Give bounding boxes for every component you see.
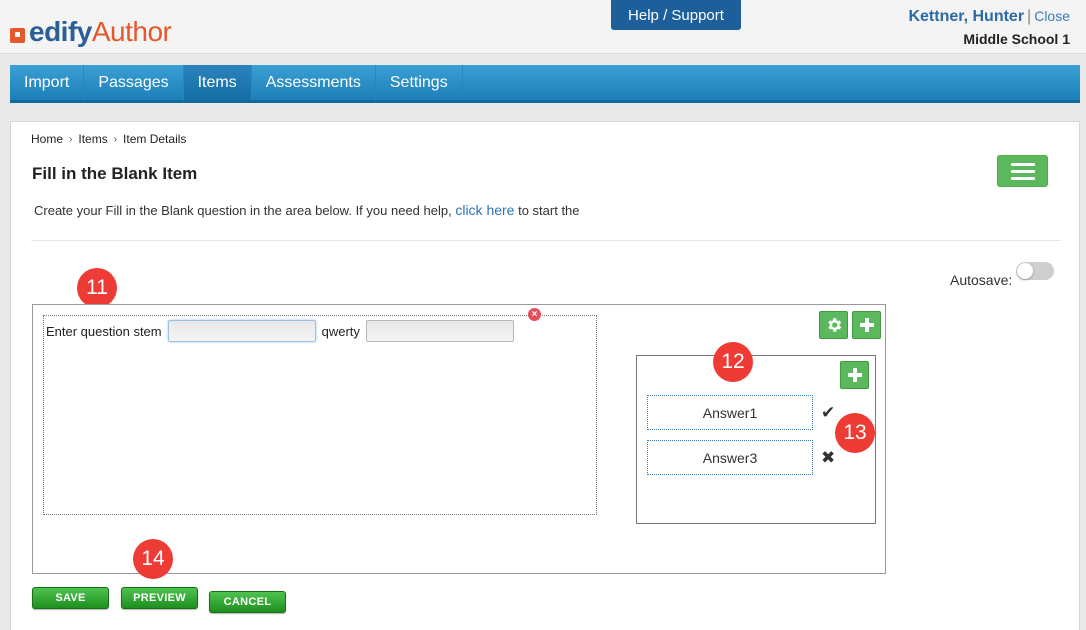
breadcrumb-home[interactable]: Home xyxy=(31,132,63,146)
breadcrumb: Home › Items › Item Details xyxy=(31,132,186,146)
add-answer-button[interactable] xyxy=(840,361,869,389)
save-button[interactable]: SAVE xyxy=(32,587,109,609)
blank-field-2[interactable] xyxy=(365,320,514,342)
user-info: Kettner, Hunter | Close Middle School 1 xyxy=(908,8,1070,47)
blank-field-1[interactable] xyxy=(167,320,316,342)
nav-passages[interactable]: Passages xyxy=(84,65,184,100)
autosave-toggle[interactable] xyxy=(1016,262,1055,280)
answer-input-1[interactable] xyxy=(647,395,813,430)
hamburger-icon xyxy=(1010,162,1035,166)
instructions-text: Create your Fill in the Blank question i… xyxy=(34,203,452,218)
stem-text: Enter question stem xyxy=(46,323,162,339)
settings-button[interactable] xyxy=(819,311,848,339)
help-support-button[interactable]: Help / Support xyxy=(611,0,741,30)
breadcrumb-item-details: Item Details xyxy=(123,132,187,146)
marker-14: 14 xyxy=(133,539,173,579)
nav-settings[interactable]: Settings xyxy=(376,65,463,100)
remove-blank-icon[interactable]: × xyxy=(528,308,541,321)
stem-middle-text: qwerty xyxy=(321,323,360,339)
answer-input-2[interactable] xyxy=(647,440,813,475)
nav-assessments[interactable]: Assessments xyxy=(252,65,376,100)
nav-items[interactable]: Items xyxy=(183,65,252,100)
autosave-control: Autosave: xyxy=(950,262,1055,288)
help-link[interactable]: click here xyxy=(455,202,514,218)
page-title: Fill in the Blank Item xyxy=(32,164,198,183)
main-nav: Import Passages Items Assessments Settin… xyxy=(10,65,1080,103)
chevron-right-icon: › xyxy=(113,133,118,145)
chevron-right-icon: › xyxy=(69,133,73,145)
question-editor: Enter question stem qwerty × Answer1 ✔ A… xyxy=(32,304,886,574)
close-link[interactable]: Close xyxy=(1034,8,1070,24)
autosave-label: Autosave: xyxy=(950,272,1013,288)
school-name: Middle School 1 xyxy=(963,31,1070,47)
user-separator: | xyxy=(1027,8,1032,25)
plus-icon xyxy=(859,318,874,332)
marker-11: 11 xyxy=(77,268,117,308)
marker-13: 13 xyxy=(835,413,875,453)
plus-icon xyxy=(847,368,862,382)
hamburger-menu-button[interactable] xyxy=(997,155,1048,187)
check-icon[interactable]: ✔ xyxy=(821,403,835,423)
answer-row: ✖ xyxy=(647,440,835,475)
question-stem-area[interactable]: Enter question stem qwerty × xyxy=(43,308,597,515)
marker-12: 12 xyxy=(713,342,753,382)
blank-input-1[interactable] xyxy=(168,321,315,341)
answer-row: ✔ xyxy=(647,395,835,430)
add-blank-button[interactable] xyxy=(852,311,881,339)
logo-author-text: Author xyxy=(91,16,172,47)
breadcrumb-items[interactable]: Items xyxy=(78,132,107,146)
app-header: edify Author Help / Support Kettner, Hunt… xyxy=(0,0,1086,54)
instructions-text-after: to start the xyxy=(518,203,580,218)
content-card: Home › Items › Item Details Fill in the … xyxy=(10,121,1080,630)
instructions: Create your Fill in the Blank question i… xyxy=(34,202,580,218)
nav-import[interactable]: Import xyxy=(10,65,85,100)
times-icon[interactable]: ✖ xyxy=(821,448,835,468)
preview-button[interactable]: PREVIEW xyxy=(121,587,198,609)
logo-edify-text: edify xyxy=(29,16,92,47)
divider xyxy=(31,240,1061,241)
logo-mark-icon xyxy=(10,27,25,43)
app-logo[interactable]: edify Author xyxy=(10,16,172,48)
gear-icon xyxy=(827,318,841,332)
user-name[interactable]: Kettner, Hunter xyxy=(908,8,1024,25)
stem-row: Enter question stem qwerty xyxy=(46,320,520,342)
blank-input-2[interactable] xyxy=(366,321,513,341)
cancel-button[interactable]: CANCEL xyxy=(209,591,286,613)
